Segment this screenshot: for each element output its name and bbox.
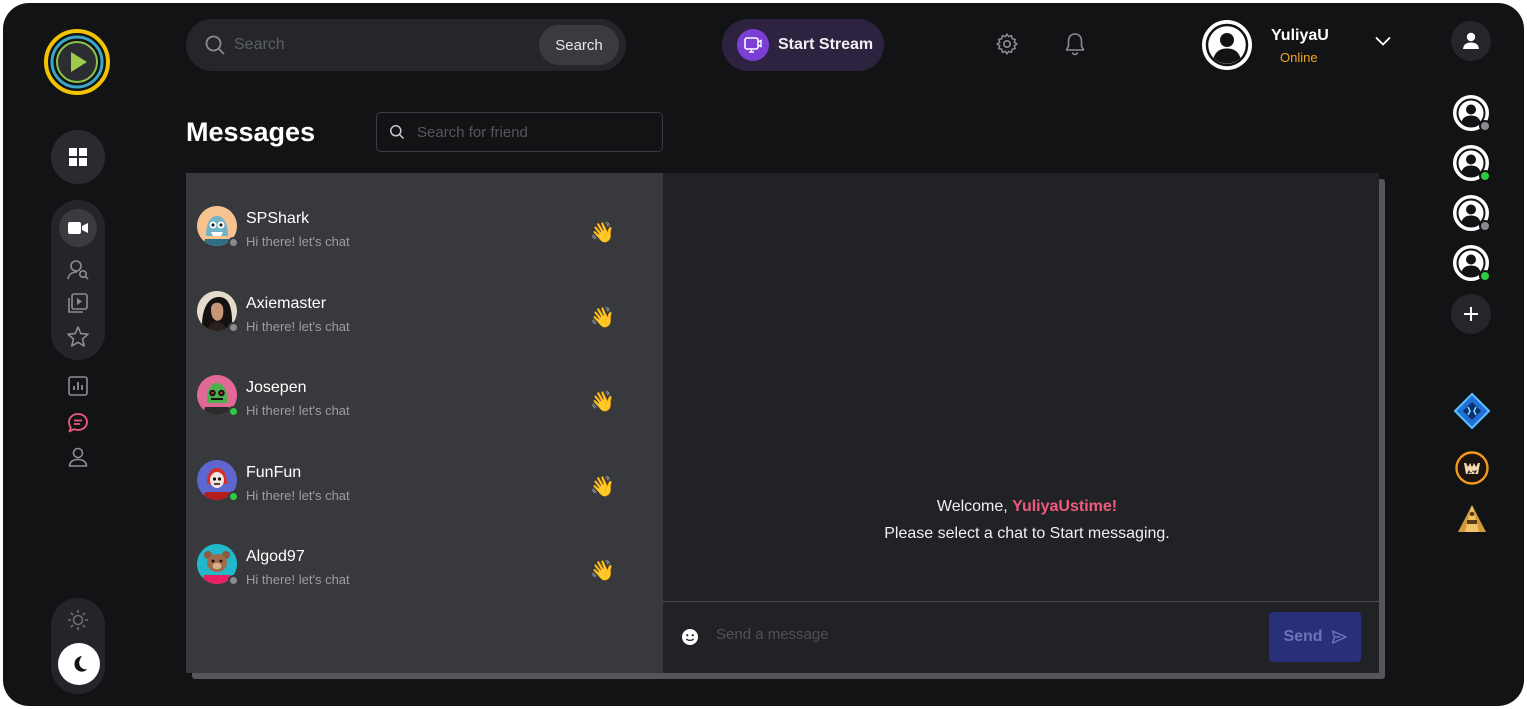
nav-stats-button[interactable]	[64, 372, 92, 400]
dashboard-icon	[69, 148, 87, 166]
playlist-icon	[68, 293, 88, 313]
send-icon	[1331, 630, 1347, 644]
status-dot	[1479, 270, 1491, 282]
status-dot	[1479, 120, 1491, 132]
user-icon	[1205, 23, 1249, 67]
welcome-prefix: Welcome,	[936, 498, 1013, 515]
status-dot	[228, 322, 239, 333]
chat-list-item[interactable]: Algod97 Hi there! let's chat 👋	[186, 544, 663, 628]
chat-preview: Hi there! let's chat	[246, 572, 350, 587]
friend-search	[376, 112, 663, 152]
nav-favorites-button[interactable]	[64, 323, 92, 351]
send-button[interactable]: Send	[1269, 612, 1361, 662]
video-camera-icon	[68, 222, 88, 234]
friend-search-input[interactable]	[417, 123, 647, 141]
nav-videos-button[interactable]	[64, 289, 92, 317]
search-button[interactable]: Search	[539, 25, 619, 65]
wave-icon[interactable]: 👋	[590, 389, 615, 414]
page-title: Messages	[186, 117, 316, 147]
welcome-username: YuliyaUstime!	[1012, 498, 1118, 515]
chat-preview: Hi there! let's chat	[246, 234, 350, 249]
chat-name: Algod97	[246, 548, 305, 565]
chat-list-item[interactable]: FunFun Hi there! let's chat 👋	[186, 460, 663, 544]
bell-icon	[1065, 33, 1085, 56]
search-icon	[205, 35, 225, 55]
online-friend-avatar[interactable]	[1453, 145, 1491, 182]
wave-icon[interactable]: 👋	[590, 474, 615, 499]
start-stream-label: Start Stream	[778, 36, 874, 53]
welcome-subtitle: Please select a chat to Start messaging.	[884, 525, 1170, 542]
wave-icon[interactable]: 👋	[590, 558, 615, 583]
game-diamond-icon	[1453, 392, 1491, 430]
nav-follow-button[interactable]	[64, 256, 92, 284]
status-dot	[1479, 220, 1491, 232]
nav-live-button[interactable]	[59, 209, 97, 247]
online-friend-avatar[interactable]	[1453, 195, 1491, 232]
chat-preview: Hi there! let's chat	[246, 403, 350, 418]
user-avatar[interactable]	[1202, 20, 1252, 70]
status-dot	[228, 406, 239, 417]
game-shortcut[interactable]	[1453, 500, 1491, 538]
send-label: Send	[1283, 628, 1323, 645]
chat-list-item[interactable]: Axiemaster Hi there! let's chat 👋	[186, 291, 663, 375]
light-mode-button[interactable]	[64, 606, 92, 634]
online-friend-avatar[interactable]	[1453, 95, 1491, 132]
nav-messages-button[interactable]	[64, 409, 92, 437]
welcome-message: Welcome, YuliyaUstime!	[663, 498, 1391, 516]
chat-list-item[interactable]: SPShark Hi there! let's chat 👋	[186, 206, 663, 290]
stream-icon-wrap	[737, 29, 769, 61]
chat-name: FunFun	[246, 464, 302, 481]
chevron-down-icon[interactable]	[1373, 31, 1393, 51]
app-window: Search Start Stream YuliyaU O	[3, 3, 1524, 706]
wave-icon[interactable]: 👋	[590, 305, 615, 330]
dark-mode-button[interactable]	[58, 643, 100, 685]
chat-icon	[68, 413, 88, 433]
game-pyramid-icon	[1458, 505, 1486, 532]
game-shortcut[interactable]	[1453, 392, 1491, 430]
notifications-button[interactable]	[1062, 31, 1088, 57]
chat-name: Axiemaster	[246, 295, 327, 312]
add-friend-button[interactable]	[1451, 294, 1491, 334]
account-button[interactable]	[1451, 21, 1491, 61]
chat-list: SPShark Hi there! let's chat 👋 Axiemaste…	[186, 173, 663, 673]
chat-list-item[interactable]: Josepen Hi there! let's chat 👋	[186, 375, 663, 459]
message-composer: Send	[663, 601, 1379, 673]
user-icon	[1463, 32, 1479, 49]
profile-icon	[68, 447, 88, 467]
user-status: Online	[1280, 50, 1318, 65]
chat-area: Welcome, YuliyaUstime! Please select a c…	[663, 173, 1379, 673]
game-monster-icon	[1455, 451, 1489, 485]
chat-preview: Hi there! let's chat	[246, 319, 350, 334]
user-search-icon	[67, 260, 89, 280]
settings-button[interactable]	[994, 31, 1020, 57]
sun-icon	[68, 610, 88, 630]
game-shortcut[interactable]	[1453, 449, 1491, 487]
dashboard-button[interactable]	[51, 130, 105, 184]
gear-icon	[996, 33, 1018, 55]
message-input[interactable]	[716, 626, 1216, 643]
add-icon	[1464, 307, 1478, 321]
global-search-input[interactable]	[234, 36, 524, 54]
bar-chart-icon	[68, 376, 88, 396]
stream-icon	[744, 37, 762, 53]
search-icon	[390, 125, 405, 140]
status-dot	[228, 491, 239, 502]
chat-preview: Hi there! let's chat	[246, 488, 350, 503]
status-dot	[228, 237, 239, 248]
moon-icon	[74, 656, 87, 672]
user-name: YuliyaU	[1271, 27, 1329, 44]
emoji-icon[interactable]	[681, 628, 699, 646]
global-search: Search	[186, 19, 626, 71]
status-dot	[1479, 170, 1491, 182]
star-icon	[67, 326, 89, 347]
start-stream-button[interactable]: Start Stream	[722, 19, 884, 71]
nav-profile-button[interactable]	[64, 443, 92, 471]
chat-name: SPShark	[246, 210, 310, 227]
wave-icon[interactable]: 👋	[590, 220, 615, 245]
app-logo[interactable]	[43, 25, 117, 99]
online-friend-avatar[interactable]	[1453, 245, 1491, 282]
chat-name: Josepen	[246, 379, 307, 396]
status-dot	[228, 575, 239, 586]
